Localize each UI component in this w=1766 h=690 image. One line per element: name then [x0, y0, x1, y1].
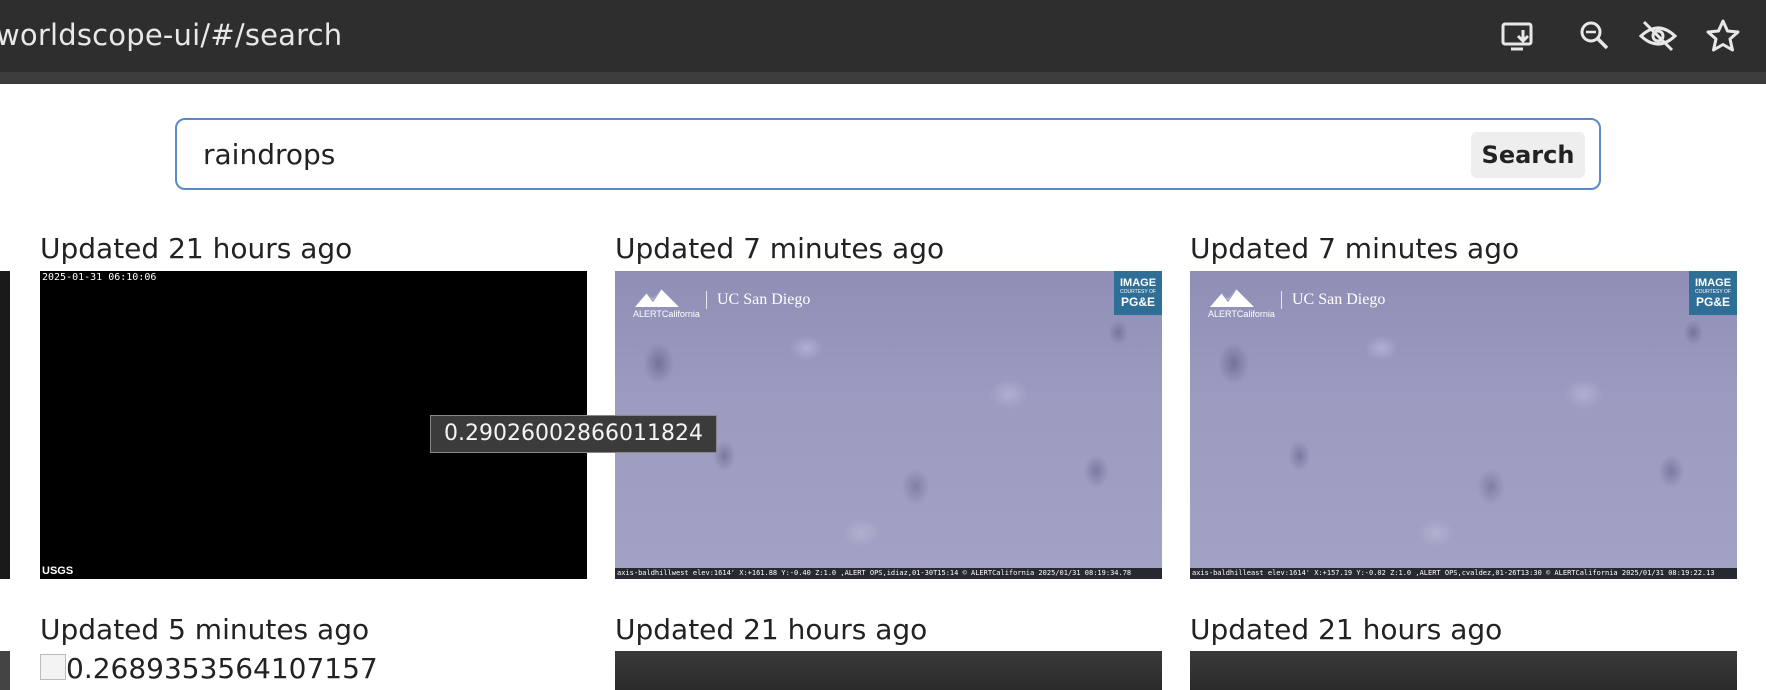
partial-thumbnail[interactable]: [0, 271, 10, 579]
ucsd-logo: UC San Diego: [706, 291, 810, 309]
camera-timestamp: 2025-01-31 06:10:06: [42, 272, 157, 283]
eye-slash-icon[interactable]: [1638, 16, 1678, 56]
camera-info-footer: axis-baldhilleast elev:1614' X:+157.19 Y…: [1190, 568, 1737, 579]
result-updated-label: Updated 21 hours ago: [40, 232, 353, 265]
camera-info-footer: axis-baldhillwest elev:1614' X:+161.88 Y…: [615, 568, 1162, 579]
result-thumbnail[interactable]: [1190, 651, 1737, 690]
similarity-score-tooltip: 0.29026002866011824: [430, 415, 717, 453]
alertcalifornia-logo: ALERTCalifornia: [1208, 287, 1275, 319]
ucsd-logo: UC San Diego: [1281, 291, 1385, 309]
image-alt-text: 0.2689353564107157: [66, 652, 378, 685]
url-text[interactable]: worldscope-ui/#/search: [0, 18, 342, 52]
result-updated-label: Updated 21 hours ago: [1190, 613, 1503, 646]
address-bar[interactable]: worldscope-ui/#/search: [0, 0, 1766, 72]
result-updated-label: Updated 5 minutes ago: [40, 613, 370, 646]
broken-image[interactable]: 0.2689353564107157: [40, 652, 378, 685]
result-updated-label: Updated 21 hours ago: [615, 613, 928, 646]
result-updated-label: Updated 7 minutes ago: [615, 232, 945, 265]
search-input[interactable]: [203, 134, 1453, 174]
alertcalifornia-logo: ALERTCalifornia: [633, 287, 700, 319]
usgs-watermark: USGS: [42, 565, 74, 577]
result-updated-label: Updated 7 minutes ago: [1190, 232, 1520, 265]
pge-badge: IMAGE COURTESY OF PG&E: [1689, 271, 1737, 315]
browser-toolbar: worldscope-ui/#/search: [0, 0, 1766, 84]
pge-badge: IMAGE COURTESY OF PG&E: [1114, 271, 1162, 315]
result-thumbnail[interactable]: [615, 651, 1162, 690]
search-box: Search: [175, 118, 1601, 190]
result-thumbnail[interactable]: ALERTCalifornia UC San Diego IMAGE COURT…: [1190, 271, 1737, 579]
partial-thumbnail[interactable]: [0, 651, 10, 690]
broken-image-icon: [40, 654, 66, 680]
zoom-icon[interactable]: [1575, 16, 1615, 56]
install-app-icon[interactable]: [1498, 16, 1538, 56]
search-button[interactable]: Search: [1471, 132, 1585, 178]
bookmark-star-icon[interactable]: [1703, 16, 1743, 56]
